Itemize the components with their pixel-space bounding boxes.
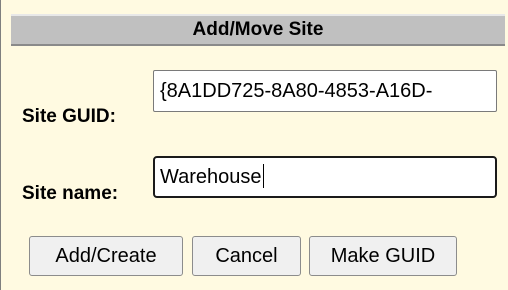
make-guid-button[interactable]: Make GUID — [309, 236, 457, 276]
site-name-label: Site name: — [22, 183, 119, 204]
cancel-button[interactable]: Cancel — [192, 236, 301, 276]
dialog-title: Add/Move Site — [192, 19, 324, 40]
site-guid-input[interactable]: {8A1DD725-8A80-4853-A16D- — [153, 70, 497, 112]
site-guid-label: Site GUID: — [22, 106, 116, 127]
site-name-value: Warehouse — [160, 166, 262, 188]
text-caret — [262, 163, 264, 188]
add-move-site-dialog: Add/Move Site {8A1DD725-8A80-4853-A16D- … — [0, 0, 508, 290]
dialog-title-bar: Add/Move Site — [11, 14, 505, 46]
add-create-button[interactable]: Add/Create — [29, 236, 183, 276]
site-guid-value: {8A1DD725-8A80-4853-A16D- — [160, 80, 433, 102]
site-name-input[interactable]: Warehouse — [153, 156, 497, 198]
